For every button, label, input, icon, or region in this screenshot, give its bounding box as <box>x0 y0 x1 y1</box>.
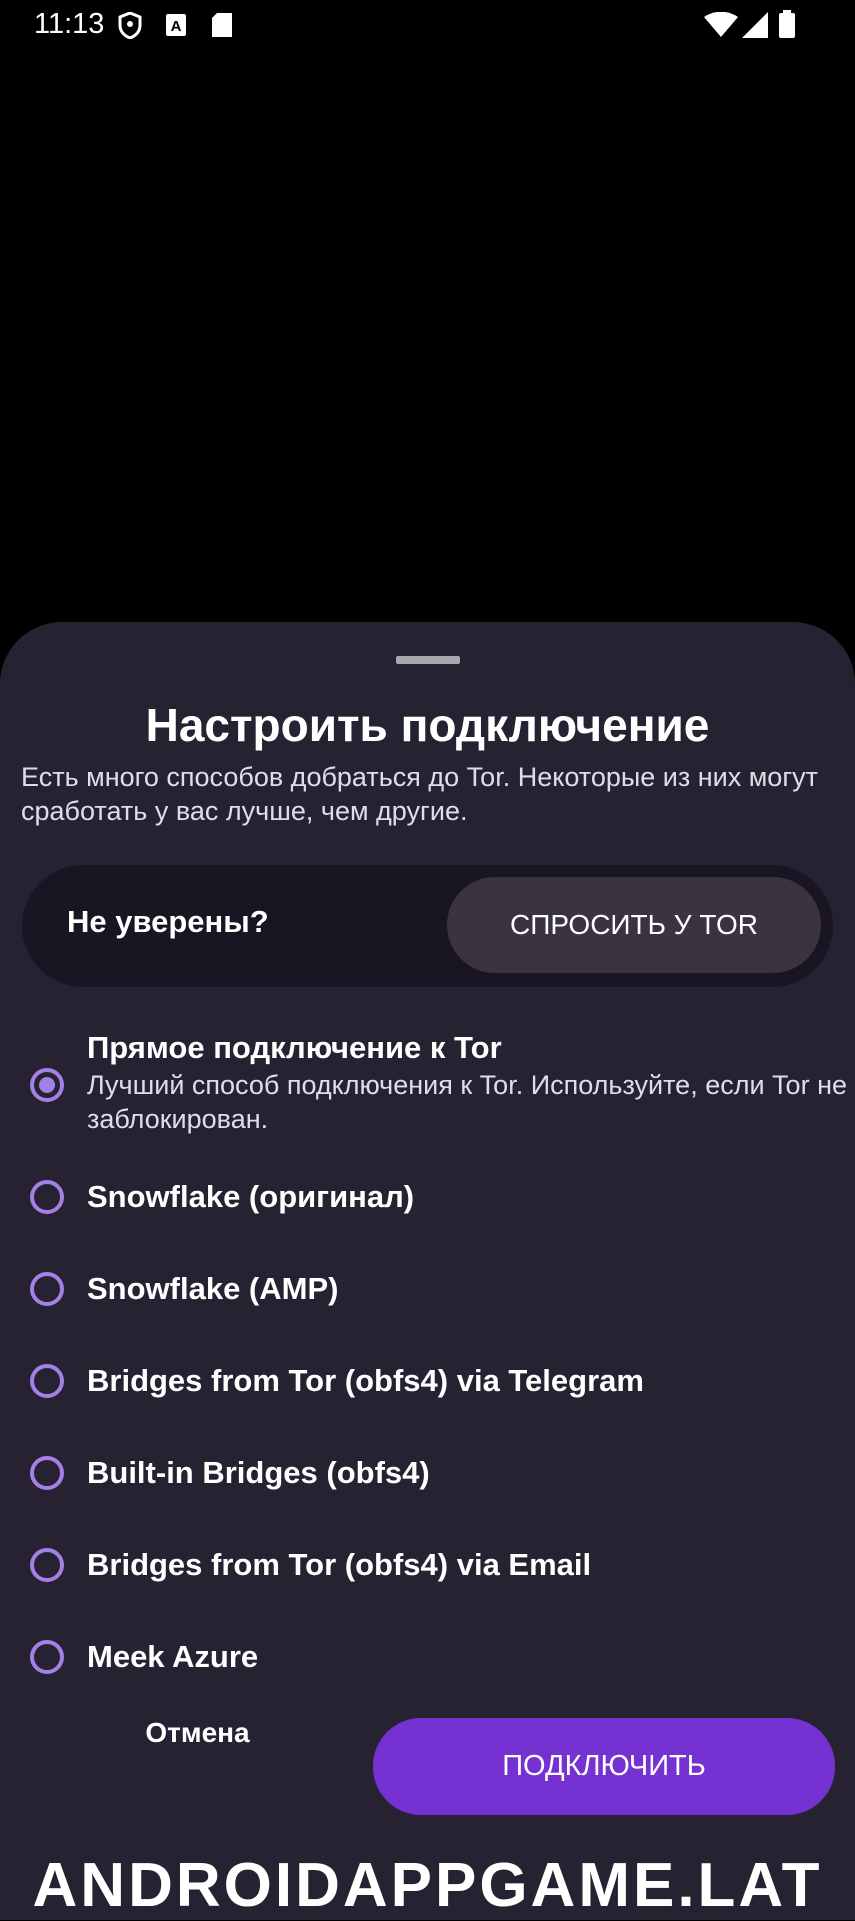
radio-button[interactable] <box>30 1640 64 1674</box>
option-snowflake-amp[interactable]: Snowflake (AMP) <box>30 1271 830 1316</box>
radio-button[interactable] <box>30 1548 64 1582</box>
option-direct[interactable]: Прямое подключение к Tor Лучший способ п… <box>30 1025 847 1134</box>
battery-icon <box>779 10 795 43</box>
option-bridges-telegram[interactable]: Bridges from Tor (obfs4) via Telegram <box>30 1363 830 1408</box>
svg-text:A: A <box>171 18 182 35</box>
watermark-text: ANDROIDAPPGAME.LAT <box>32 1851 823 1920</box>
option-snowflake[interactable]: Snowflake (оригинал) <box>30 1179 830 1224</box>
signal-icon <box>742 12 768 43</box>
option-bridges-email[interactable]: Bridges from Tor (obfs4) via Email <box>30 1547 830 1592</box>
option-label: Meek Azure <box>87 1639 259 1674</box>
radio-button[interactable] <box>30 1180 64 1214</box>
option-label: Snowflake (оригинал) <box>87 1179 415 1214</box>
option-label: Bridges from Tor (obfs4) via Email <box>87 1547 592 1582</box>
option-meek-azure[interactable]: Meek Azure <box>30 1639 830 1684</box>
cancel-button[interactable]: Отмена <box>100 1717 295 1761</box>
option-description: Лучший способ подключения к Tor. Использ… <box>87 1070 847 1134</box>
radio-button[interactable] <box>30 1456 64 1490</box>
radio-button[interactable] <box>30 1364 64 1398</box>
status-time: 11:13 <box>34 8 105 40</box>
option-label: Bridges from Tor (obfs4) via Telegram <box>87 1363 644 1398</box>
connect-button[interactable]: ПОДКЛЮЧИТЬ <box>373 1718 835 1815</box>
sheet-subtitle: Есть много способов добраться до Tor. Не… <box>21 762 819 826</box>
ask-tor-button[interactable]: СПРОСИТЬ У TOR <box>447 877 821 973</box>
sheet-title: Настроить подключение <box>145 699 710 751</box>
shield-icon <box>118 11 142 44</box>
option-builtin-bridges[interactable]: Built-in Bridges (obfs4) <box>30 1455 830 1500</box>
drag-handle[interactable] <box>396 656 460 664</box>
wifi-icon <box>704 11 738 43</box>
font-a-icon: A <box>166 14 186 41</box>
status-bar: 11:13 A <box>0 0 855 50</box>
unsure-label: Не уверены? <box>67 904 269 939</box>
radio-button[interactable] <box>30 1068 64 1102</box>
unsure-card: Не уверены? СПРОСИТЬ У TOR <box>22 865 833 987</box>
bottom-sheet: Настроить подключение Есть много способо… <box>0 622 855 1920</box>
radio-button[interactable] <box>30 1272 64 1306</box>
option-label: Built-in Bridges (obfs4) <box>87 1455 430 1490</box>
sd-card-icon <box>212 13 232 42</box>
option-label: Snowflake (AMP) <box>87 1271 339 1306</box>
option-label: Прямое подключение к Tor <box>87 1030 502 1065</box>
